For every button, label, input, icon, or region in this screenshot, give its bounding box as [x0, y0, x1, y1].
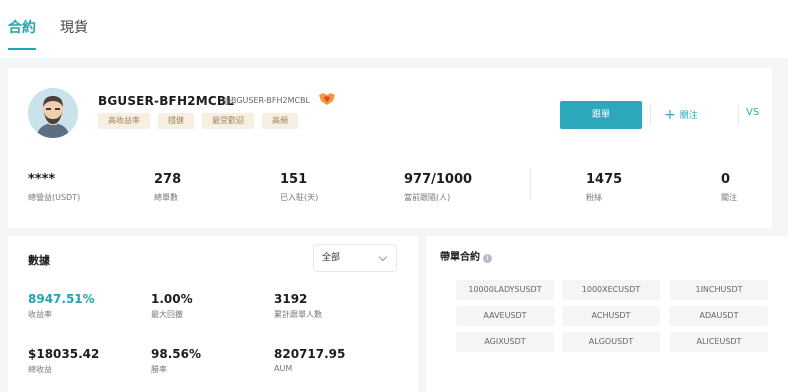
- metric-aum: 820717.95 AUM: [274, 347, 345, 373]
- metric-label: 累計跟單人數: [274, 310, 322, 319]
- trader-profile-card: BGUSER-BFH2MCBL @BGUSER-BFH2MCBL 高收益率 穩健…: [8, 68, 772, 228]
- dropdown-value: 全部: [322, 253, 341, 263]
- metric-label: 勝率: [151, 365, 167, 374]
- tag-high-yield: 高收益率: [98, 113, 150, 129]
- metric-total-copiers: 3192 累計跟單人數: [274, 292, 322, 320]
- contract-chip: 10000LADYSUSDT: [456, 280, 554, 300]
- copy-trade-button[interactable]: 跟單: [560, 101, 642, 129]
- plus-icon: +: [664, 107, 676, 123]
- trader-username: BGUSER-BFH2MCBL: [98, 94, 235, 108]
- stat-value: 1475: [586, 172, 623, 187]
- contract-chip: ALGOUSDT: [562, 332, 660, 352]
- contract-chip: AAVEUSDT: [456, 306, 554, 326]
- elite-trader-badge-icon: [319, 93, 335, 105]
- stat-fans: 1475 粉絲: [586, 172, 622, 203]
- stat-value: 278: [154, 172, 182, 187]
- stat-label: 粉絲: [586, 193, 602, 202]
- contracts-title-label: 帶單合約: [440, 252, 480, 263]
- stat-label: 當前跟隨(人): [404, 193, 451, 202]
- metric-label: AUM: [274, 364, 293, 373]
- stat-label: 已入駐(天): [280, 193, 319, 202]
- metric-value: 3192: [274, 292, 308, 306]
- stat-label: 總營益(USDT): [28, 193, 81, 202]
- metric-win-rate: 98.56% 勝率: [151, 347, 201, 375]
- performance-data-card: 數據 全部 8947.51% 收益率 1.00% 最大回撤 3192 累計跟單人…: [8, 236, 418, 392]
- stat-label: 總單數: [154, 193, 178, 202]
- stat-value: 0: [721, 172, 731, 187]
- trader-tags: 高收益率 穩健 最受歡迎 高頻: [98, 113, 298, 129]
- stat-days-joined: 151 已入駐(天): [280, 172, 318, 203]
- info-icon[interactable]: i: [483, 254, 492, 263]
- metric-label: 總收益: [28, 365, 52, 374]
- contract-chip: 1INCHUSDT: [670, 280, 768, 300]
- metric-max-drawdown: 1.00% 最大回撤: [151, 292, 193, 320]
- metric-value: 820717.95: [274, 347, 346, 361]
- tag-high-frequency: 高頻: [262, 113, 298, 129]
- period-filter-dropdown[interactable]: 全部: [313, 244, 397, 272]
- follow-button[interactable]: + 關注: [650, 101, 712, 129]
- contracts-title: 帶單合約 i: [440, 248, 492, 263]
- copy-contracts-card: 帶單合約 i 10000LADYSUSDT 1000XECUSDT 1INCHUS…: [426, 236, 788, 392]
- contract-chip: ALICEUSDT: [670, 332, 768, 352]
- contract-chip: ADAUSDT: [670, 306, 768, 326]
- tag-most-popular: 最受歡迎: [202, 113, 254, 129]
- avatar: [28, 88, 78, 138]
- stats-divider: [530, 170, 531, 200]
- stat-value: 977/1000: [404, 172, 473, 187]
- contract-chip: 1000XECUSDT: [562, 280, 660, 300]
- chevron-down-icon: [378, 252, 388, 262]
- metric-value: $18035.42: [28, 347, 100, 361]
- metric-roi: 8947.51% 收益率: [28, 292, 95, 320]
- stat-current-followers: 977/1000 當前跟隨(人): [404, 172, 472, 203]
- follow-button-label: 關注: [679, 111, 698, 121]
- contract-chip: ACHUSDT: [562, 306, 660, 326]
- metric-total-profit: $18035.42 總收益: [28, 347, 99, 375]
- tab-futures[interactable]: 合約: [8, 17, 36, 37]
- stat-label: 關注: [721, 193, 737, 202]
- tag-steady: 穩健: [158, 113, 194, 129]
- section-title: 數據: [28, 254, 50, 267]
- stat-value: ****: [28, 172, 56, 187]
- button-divider: [738, 105, 739, 125]
- stat-value: 151: [280, 172, 308, 187]
- contract-chip: AGIXUSDT: [456, 332, 554, 352]
- metric-label: 最大回撤: [151, 310, 183, 319]
- stat-total-pnl: **** 總營益(USDT): [28, 172, 80, 203]
- metric-value: 98.56%: [151, 347, 201, 361]
- stat-total-orders: 278 總單數: [154, 172, 181, 203]
- active-tab-indicator: [8, 48, 36, 50]
- market-tab-bar: 合約 現貨: [0, 0, 788, 58]
- metric-value: 1.00%: [151, 292, 193, 306]
- avatar-icon: [28, 88, 78, 138]
- trader-handle: @BGUSER-BFH2MCBL: [223, 96, 310, 105]
- tab-spot[interactable]: 現貨: [60, 17, 88, 37]
- compare-vs-button[interactable]: VS: [746, 107, 759, 118]
- stat-following: 0 關注: [721, 172, 737, 203]
- metric-value: 8947.51%: [28, 292, 95, 306]
- metric-label: 收益率: [28, 310, 52, 319]
